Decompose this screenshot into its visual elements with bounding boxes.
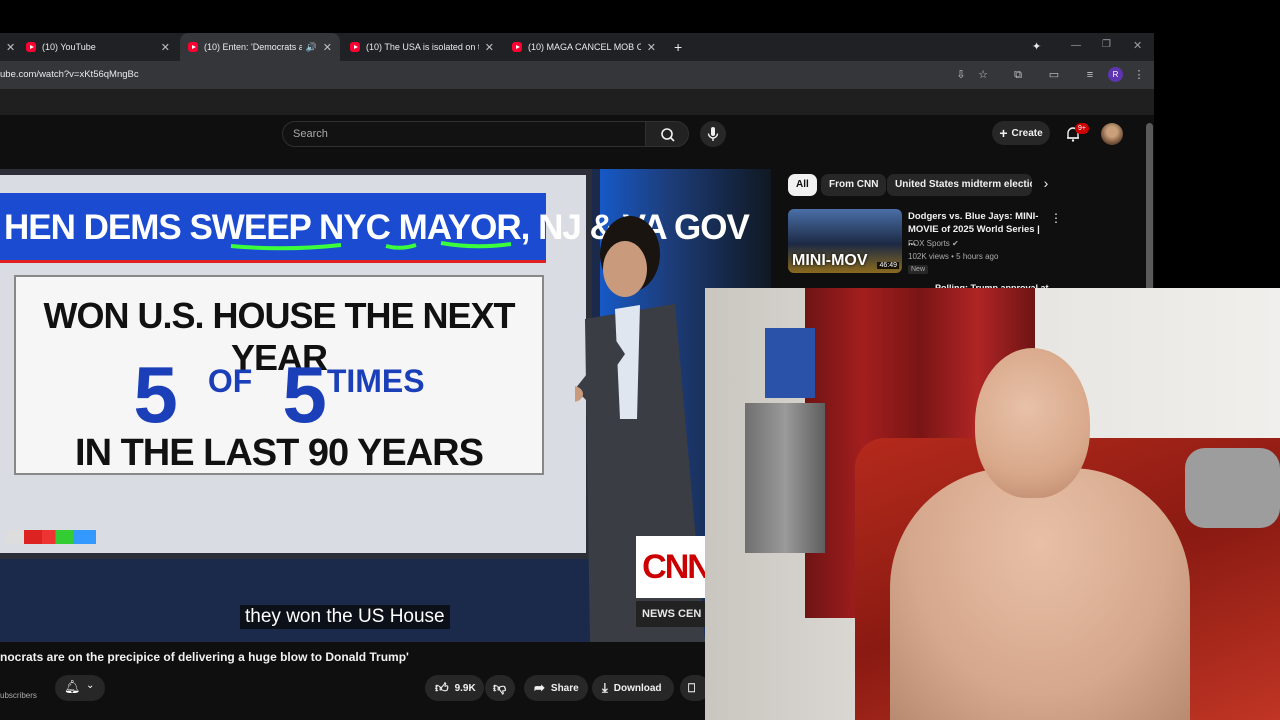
close-icon[interactable]: ✕ — [485, 41, 494, 54]
blue-box — [765, 328, 815, 398]
browser-tab-strip: ✕ (10) YouTube ✕ (10) Enten: 'Democrats … — [0, 33, 1154, 61]
chip-from-cnn[interactable]: From CNN — [821, 174, 887, 196]
tab-title: (10) The USA is isolated on the — [366, 42, 479, 52]
person-head — [975, 348, 1090, 498]
board-line-2: 5 OF 5TIMES — [16, 349, 542, 441]
person-torso — [890, 468, 1190, 720]
speaker-icon[interactable]: 🔊 — [306, 42, 317, 53]
download-icon: ⤓ — [602, 680, 608, 695]
studio-screen: HEN DEMS SWEEP NYC MAYOR, NJ & VA GOV WO… — [0, 169, 750, 559]
media-controls-icon[interactable]: ≡ — [1082, 67, 1098, 83]
like-count: 9.9K — [454, 682, 476, 694]
green-underline-marks — [230, 241, 512, 251]
bookmark-icon: ⎕ — [688, 680, 696, 695]
download-label: Download — [613, 682, 662, 694]
board-line-3: IN THE LAST 90 YEARS — [75, 432, 484, 474]
top-black-band — [0, 0, 1280, 33]
network-subtitle: NEWS CEN — [636, 601, 716, 627]
tab-close-partial[interactable]: ✕ — [0, 33, 15, 61]
search-button[interactable] — [645, 121, 689, 147]
grey-pillow — [1185, 448, 1280, 528]
close-icon[interactable]: ✕ — [6, 41, 15, 54]
address-bar-row: ube.com/watch?v=xKt56qMngBc ⇩ ☆ ⧉ ▭ ≡ R … — [0, 61, 1154, 89]
window-close-icon[interactable]: ✕ — [1133, 39, 1142, 52]
board-number-1: 5 — [133, 350, 178, 439]
cnn-logo: CNN — [636, 536, 716, 598]
share-arrow-icon: ➦ — [534, 680, 545, 695]
plus-icon: + — [999, 125, 1008, 141]
video-player[interactable]: HEN DEMS SWEEP NYC MAYOR, NJ & VA GOV WO… — [0, 169, 771, 642]
tab-usa-isolated[interactable]: (10) The USA is isolated on the ✕ — [342, 33, 502, 61]
verified-icon: ✔ — [952, 239, 959, 248]
recommended-channel[interactable]: FOX Sports ✔ — [908, 239, 959, 248]
tab-enten-democrats[interactable]: (10) Enten: 'Democrats are 🔊 ✕ — [180, 33, 340, 61]
board-of: OF — [207, 363, 253, 399]
bell-icon: 🔔︎ — [64, 679, 81, 694]
bookmark-star-icon[interactable]: ☆ — [975, 67, 991, 83]
sparkle-icon[interactable]: ✦ — [1032, 40, 1041, 53]
more-options-icon[interactable]: ⋮ — [1050, 211, 1062, 225]
channel-name: FOX Sports — [908, 239, 950, 248]
account-avatar[interactable] — [1101, 123, 1123, 145]
share-button[interactable]: ➦ Share — [524, 675, 588, 701]
stat-board: WON U.S. HOUSE THE NEXT YEAR 5 OF 5TIMES I… — [14, 275, 544, 475]
subscription-bell-button[interactable]: 🔔︎ ⌄ — [55, 675, 105, 701]
subscriber-count: ubscribers — [0, 691, 37, 700]
close-icon[interactable]: ✕ — [161, 41, 170, 54]
webcam-overlay — [705, 288, 1280, 720]
like-button[interactable]: 👍︎ 9.9K — [425, 675, 484, 701]
close-icon[interactable]: ✕ — [323, 41, 332, 54]
color-legend-strip — [6, 530, 96, 544]
chevron-right-icon[interactable]: › — [1037, 175, 1055, 195]
chip-all[interactable]: All — [788, 174, 817, 196]
thumbs-up-icon: 👍︎ — [435, 680, 449, 695]
video-caption: they won the US House — [240, 605, 450, 629]
create-label: Create — [1011, 127, 1043, 139]
search-input[interactable]: Search — [282, 121, 646, 147]
notification-badge: 9+ — [1075, 123, 1089, 134]
restore-icon[interactable]: ❐ — [1102, 39, 1111, 50]
new-badge: New — [908, 265, 929, 274]
install-app-icon[interactable]: ⇩ — [953, 67, 969, 83]
tab-youtube[interactable]: (10) YouTube ✕ — [18, 33, 178, 61]
tab-maga-cancel[interactable]: (10) MAGA CANCEL MOB COM ✕ — [504, 33, 664, 61]
youtube-favicon-icon — [350, 42, 360, 52]
board-times: TIMES — [326, 363, 425, 399]
thumbnail-text: MINI-MOV — [792, 252, 868, 269]
new-tab-button[interactable]: + — [666, 33, 688, 61]
youtube-favicon-icon — [26, 42, 36, 52]
microphone-icon — [707, 127, 719, 141]
close-icon[interactable]: ✕ — [647, 41, 656, 54]
thumbs-down-icon: 👎︎ — [493, 680, 507, 695]
youtube-favicon-icon — [188, 42, 198, 52]
url-text[interactable]: ube.com/watch?v=xKt56qMngBc — [0, 69, 139, 80]
tab-title: (10) Enten: 'Democrats are — [204, 42, 302, 52]
sidebar-icon[interactable]: ▭ — [1046, 67, 1062, 83]
extensions-icon[interactable]: ⧉ — [1010, 67, 1026, 83]
youtube-favicon-icon — [512, 42, 522, 52]
menu-kebab-icon[interactable]: ⋮ — [1131, 67, 1147, 83]
recommended-meta: 102K views • 5 hours ago — [908, 252, 999, 261]
bookmarks-gap — [0, 89, 1154, 115]
minimize-icon[interactable]: — — [1071, 40, 1081, 51]
board-number-2: 5 — [282, 350, 327, 439]
recommended-thumbnail[interactable]: MINI-MOV 46:49 — [788, 209, 902, 273]
tab-title: (10) YouTube — [42, 42, 96, 52]
voice-search-button[interactable] — [700, 121, 726, 147]
mini-fridge — [745, 403, 825, 553]
video-duration: 46:49 — [877, 262, 899, 269]
dislike-button[interactable]: 👎︎ — [485, 675, 515, 701]
chevron-down-icon: ⌄ — [86, 680, 95, 691]
download-button[interactable]: ⤓ Download — [592, 675, 674, 701]
profile-avatar[interactable]: R — [1108, 67, 1123, 82]
search-icon — [661, 128, 675, 142]
share-label: Share — [550, 682, 579, 694]
chip-midterm[interactable]: United States midterm electio — [887, 174, 1032, 196]
tab-title: (10) MAGA CANCEL MOB COM — [528, 42, 641, 52]
create-button[interactable]: + Create — [992, 121, 1050, 145]
video-title: nocrats are on the precipice of deliveri… — [0, 650, 409, 664]
